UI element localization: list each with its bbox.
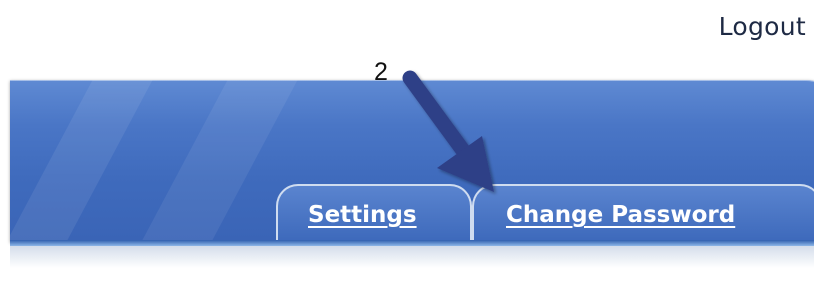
app-header-area: Logout Settings Change Password 2 <box>0 0 814 295</box>
callout-arrow-icon <box>402 70 494 192</box>
